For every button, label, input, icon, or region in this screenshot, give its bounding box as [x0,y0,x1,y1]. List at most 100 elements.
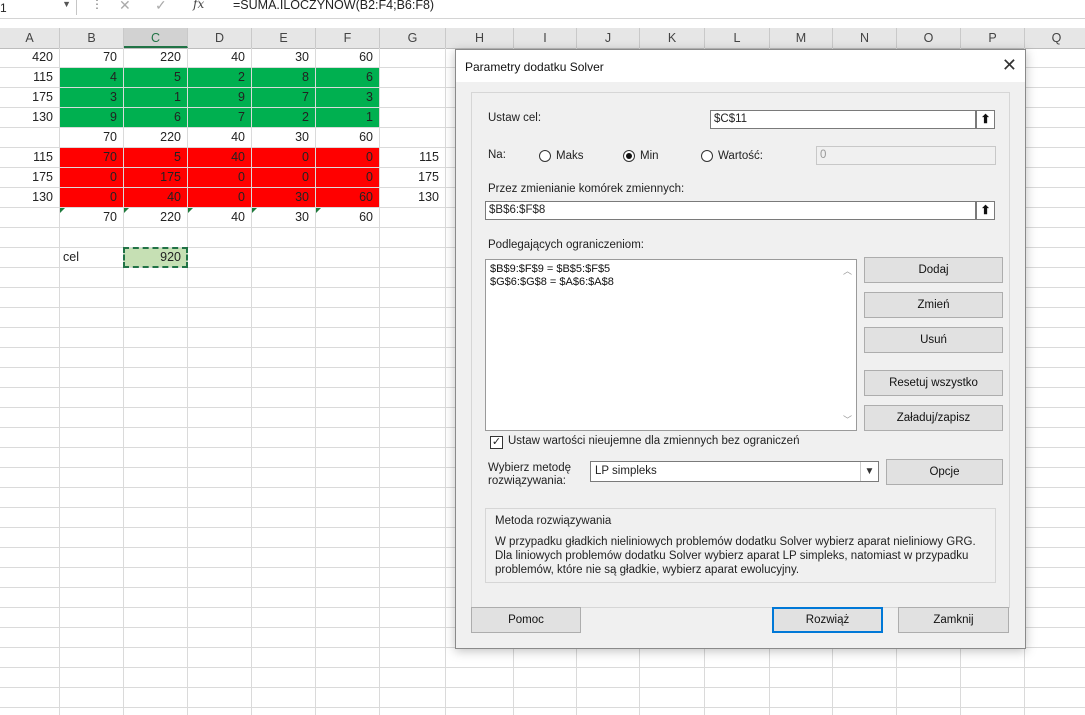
cell-d3[interactable]: 9 [188,88,251,107]
cell-e1[interactable]: 30 [252,48,315,67]
cell-a7[interactable]: 175 [0,168,59,187]
cell-c1[interactable]: 220 [124,48,187,67]
cell-c6[interactable]: 5 [124,148,187,167]
radio-min[interactable] [623,150,635,162]
cell-b3[interactable]: 3 [60,88,123,107]
cell-e7[interactable]: 0 [252,168,315,187]
column-header-p[interactable]: P [961,28,1025,48]
column-header-o[interactable]: O [897,28,961,48]
cell-e5[interactable]: 30 [252,128,315,147]
cell-d7[interactable]: 0 [188,168,251,187]
cell-a3[interactable]: 175 [0,88,59,107]
cell-b1[interactable]: 70 [60,48,123,67]
cell-e8[interactable]: 30 [252,188,315,207]
column-header-h[interactable]: H [446,28,514,48]
cell-c2[interactable]: 5 [124,68,187,87]
cell-g7[interactable]: 175 [380,168,445,187]
cell-e4[interactable]: 2 [252,108,315,127]
cell-b11[interactable]: cel [60,248,123,267]
column-header-q[interactable]: Q [1025,28,1085,48]
cell-f3[interactable]: 3 [316,88,379,107]
cell-e6[interactable]: 0 [252,148,315,167]
cell-f7[interactable]: 0 [316,168,379,187]
cell-b2[interactable]: 4 [60,68,123,87]
column-header-f[interactable]: F [316,28,380,48]
cell-d2[interactable]: 2 [188,68,251,87]
cancel-icon[interactable]: ✕ [119,0,131,14]
cell-d4[interactable]: 7 [188,108,251,127]
cell-f5[interactable]: 60 [316,128,379,147]
cell-e3[interactable]: 7 [252,88,315,107]
reset-all-button[interactable]: Resetuj wszystko [864,370,1003,396]
cell-d5[interactable]: 40 [188,128,251,147]
cell-c8[interactable]: 40 [124,188,187,207]
changing-cells-input[interactable]: $B$6:$F$8 [485,201,976,220]
column-header-c[interactable]: C [124,28,188,48]
cell-d9[interactable]: 40 [188,208,251,227]
column-header-g[interactable]: G [380,28,446,48]
cell-a8[interactable]: 130 [0,188,59,207]
column-header-a[interactable]: A [0,28,60,48]
solving-method-select[interactable]: LP simpleks ▼ [590,461,879,482]
collapse-dialog-icon[interactable]: ⬆ [976,110,995,129]
solve-button[interactable]: Rozwiąż [772,607,883,633]
objective-input[interactable]: $C$11 [710,110,976,129]
scrollbar[interactable]: ︿ ﹀ [839,260,856,430]
delete-button[interactable]: Usuń [864,327,1003,353]
column-header-m[interactable]: M [770,28,833,48]
cell-f8[interactable]: 60 [316,188,379,207]
column-header-n[interactable]: N [833,28,897,48]
cell-g6[interactable]: 115 [380,148,445,167]
cell-e2[interactable]: 8 [252,68,315,87]
cell-c7[interactable]: 175 [124,168,187,187]
cell-b4[interactable]: 9 [60,108,123,127]
chevron-down-icon[interactable]: ▼ [62,0,71,9]
cell-g8[interactable]: 130 [380,188,445,207]
cell-b5[interactable]: 70 [60,128,123,147]
constraints-list[interactable]: $B$9:$F$9 = $B$5:$F$5 $G$6:$G$8 = $A$6:$… [485,259,857,431]
cell-d6[interactable]: 40 [188,148,251,167]
cell-b6[interactable]: 70 [60,148,123,167]
cell-c9[interactable]: 220 [124,208,187,227]
name-box[interactable]: 1 ▼ [0,0,77,15]
scroll-up-icon[interactable]: ︿ [843,264,852,277]
column-header-b[interactable]: B [60,28,124,48]
cell-f1[interactable]: 60 [316,48,379,67]
column-header-d[interactable]: D [188,28,252,48]
cell-c4[interactable]: 6 [124,108,187,127]
cell-c11[interactable]: 920 [123,247,188,268]
cell-d1[interactable]: 40 [188,48,251,67]
cell-a6[interactable]: 115 [0,148,59,167]
column-header-e[interactable]: E [252,28,316,48]
column-header-k[interactable]: K [640,28,705,48]
formula-input[interactable]: =SUMA.ILOCZYNOW(B2:F4;B6:F8) [233,0,434,12]
column-header-i[interactable]: I [514,28,577,48]
cell-e9[interactable]: 30 [252,208,315,227]
list-item[interactable]: $B$9:$F$9 = $B$5:$F$5 [490,263,610,275]
cell-a2[interactable]: 115 [0,68,59,87]
options-button[interactable]: Opcje [886,459,1003,485]
help-button[interactable]: Pomoc [471,607,581,633]
insert-function-icon[interactable]: fx [193,0,204,11]
cell-a4[interactable]: 130 [0,108,59,127]
column-header-j[interactable]: J [577,28,640,48]
value-of-input[interactable]: 0 [816,146,996,165]
radio-value-of[interactable] [701,150,713,162]
cell-b9[interactable]: 70 [60,208,123,227]
cell-f6[interactable]: 0 [316,148,379,167]
cell-c3[interactable]: 1 [124,88,187,107]
nonnegative-checkbox[interactable]: ✓ [490,436,503,449]
add-button[interactable]: Dodaj [864,257,1003,283]
cell-f9[interactable]: 60 [316,208,379,227]
cell-b8[interactable]: 0 [60,188,123,207]
close-button[interactable]: Zamknij [898,607,1009,633]
scroll-down-icon[interactable]: ﹀ [843,413,852,426]
chevron-down-icon[interactable]: ▼ [860,462,878,481]
list-item[interactable]: $G$6:$G$8 = $A$6:$A$8 [490,276,614,288]
cell-a1[interactable]: 420 [0,48,59,67]
enter-icon[interactable]: ✓ [155,0,167,14]
radio-max[interactable] [539,150,551,162]
cell-f4[interactable]: 1 [316,108,379,127]
cell-f2[interactable]: 6 [316,68,379,87]
close-icon[interactable]: ✕ [1002,55,1017,76]
